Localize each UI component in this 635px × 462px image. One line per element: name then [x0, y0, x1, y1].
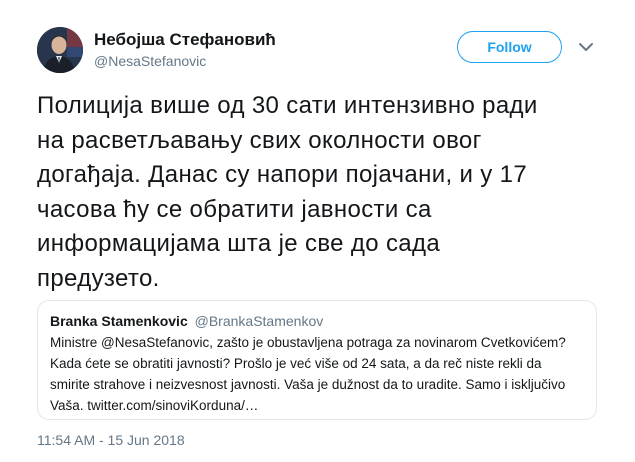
tweet-text-line: информацијама шта је све до сада: [37, 230, 441, 257]
tweet-text-line: часова ћу се обратити јавности са: [37, 195, 432, 223]
quoted-tweet-header: Branka Stamenkovic @BrankaStamenkov: [50, 311, 584, 331]
author-name[interactable]: Небојша Стефановић: [94, 30, 276, 50]
quoted-text-line: smirite strahove i neizvesnost javnosti.…: [50, 377, 566, 392]
tweet-text: Полиција више од 30 сати интензивно ради…: [37, 89, 607, 296]
tweet-timestamp[interactable]: 11:54 AM - 15 Jun 2018: [37, 432, 185, 448]
tweet-card: Небојша Стефановић @NesaStefanovic Follo…: [0, 0, 635, 462]
author-handle[interactable]: @NesaStefanovic: [94, 53, 206, 69]
tweet-text-line: предузето.: [37, 264, 160, 292]
author-avatar[interactable]: [37, 27, 83, 73]
quoted-text-line: Vaša. twitter.com/sinoviKorduna/…: [50, 398, 259, 413]
avatar-photo: [37, 27, 83, 73]
tweet-text-line: на расветљавању свих околности овог: [37, 126, 482, 154]
follow-button[interactable]: Follow: [457, 31, 562, 63]
tweet-text-line: догађаја. Данас су напори појачани, и у …: [37, 161, 528, 188]
quoted-text-line: Ministre @NesaStefanovic, zašto je obust…: [50, 335, 566, 350]
chevron-down-icon[interactable]: [578, 40, 594, 52]
quoted-tweet-text: Ministre @NesaStefanovic, zašto je obust…: [50, 332, 584, 416]
quoted-text-line: Kada ćete se obratiti javnosti? Prošlo j…: [50, 356, 542, 371]
tweet-text-line: Полиција више од 30 сати интензивно ради: [37, 92, 538, 119]
quoted-author-handle: @BrankaStamenkov: [194, 313, 324, 329]
quoted-tweet[interactable]: Branka Stamenkovic @BrankaStamenkov Mini…: [37, 300, 597, 420]
quoted-author-name: Branka Stamenkovic: [50, 313, 188, 329]
